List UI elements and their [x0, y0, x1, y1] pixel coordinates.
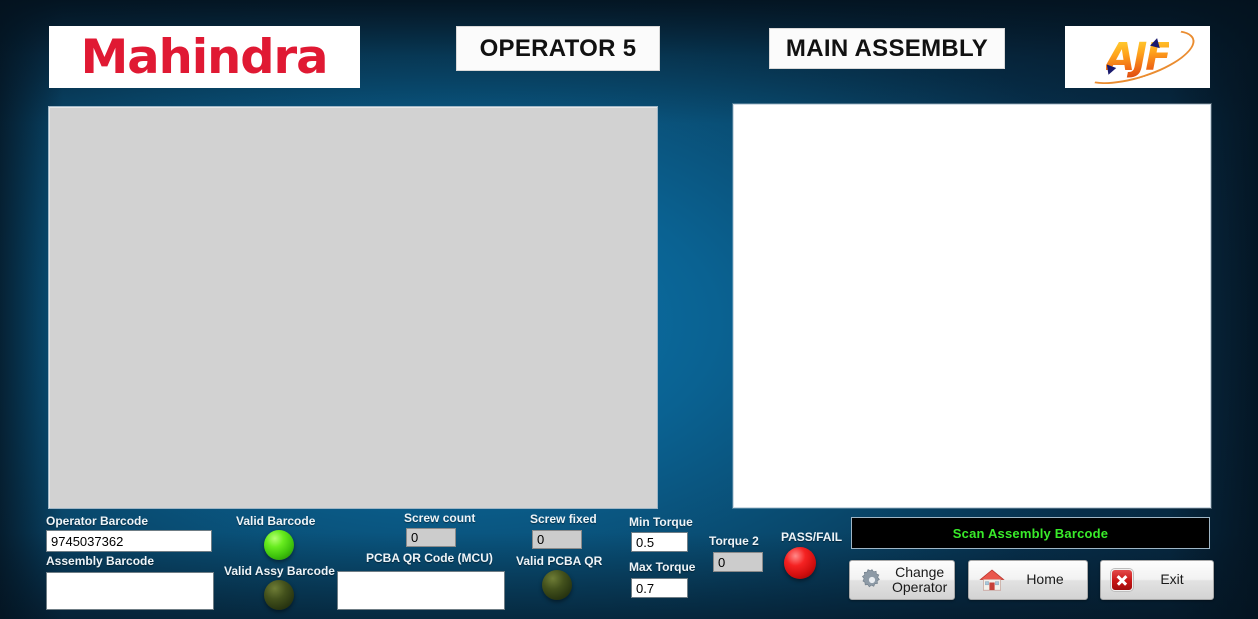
- operator-title-text: OPERATOR 5: [479, 34, 637, 62]
- valid-barcode-label: Valid Barcode: [236, 514, 316, 528]
- exit-button-label: Exit: [1160, 571, 1184, 588]
- screw-count-label: Screw count: [404, 511, 476, 525]
- home-button-label: Home: [1026, 571, 1064, 588]
- valid-pcba-qr-label: Valid PCBA QR: [516, 554, 603, 568]
- torque-2-label: Torque 2: [709, 534, 759, 548]
- pcba-qr-code-label: PCBA QR Code (MCU): [366, 551, 493, 565]
- operator-barcode-input[interactable]: 9745037362: [46, 530, 212, 552]
- min-torque-input[interactable]: 0.5: [631, 532, 688, 552]
- station-title-text: MAIN ASSEMBLY: [785, 34, 989, 62]
- min-torque-label: Min Torque: [629, 515, 693, 529]
- valid-assy-barcode-led: [264, 580, 294, 610]
- close-icon: [1111, 569, 1133, 591]
- assembly-barcode-input[interactable]: [46, 572, 214, 610]
- max-torque-label: Max Torque: [629, 560, 696, 574]
- station-title: MAIN ASSEMBLY: [769, 28, 1005, 69]
- ajf-logo: AJF: [1065, 26, 1210, 88]
- valid-barcode-led: [264, 530, 294, 560]
- change-operator-button[interactable]: Change Operator: [849, 560, 955, 600]
- home-button[interactable]: Home: [968, 560, 1088, 600]
- status-message-display: Scan Assembly Barcode: [851, 517, 1210, 549]
- operator-barcode-label: Operator Barcode: [46, 514, 149, 528]
- application-window: Mahindra OPERATOR 5 MAIN ASSEMBLY AJF Op…: [0, 0, 1258, 619]
- status-message-text: Scan Assembly Barcode: [952, 525, 1109, 541]
- torque-2-value: 0: [713, 552, 763, 572]
- assembly-barcode-label: Assembly Barcode: [46, 554, 155, 568]
- screw-fixed-label: Screw fixed: [530, 512, 597, 526]
- pcba-qr-code-input[interactable]: [337, 571, 505, 610]
- screw-count-value: 0: [406, 528, 456, 547]
- pass-fail-led: [784, 547, 816, 579]
- camera-preview-panel[interactable]: [48, 106, 658, 509]
- mahindra-logo-text: Mahindra: [81, 29, 329, 85]
- pass-fail-label: PASS/FAIL: [781, 530, 843, 544]
- change-operator-label: Change Operator: [892, 563, 948, 595]
- result-display-panel[interactable]: [733, 104, 1211, 508]
- exit-button[interactable]: Exit: [1100, 560, 1214, 600]
- operator-title: OPERATOR 5: [456, 26, 660, 71]
- valid-pcba-qr-led: [542, 570, 572, 600]
- screw-fixed-value: 0: [532, 530, 582, 549]
- home-icon: [979, 569, 1005, 591]
- valid-assy-barcode-label: Valid Assy Barcode: [224, 564, 335, 578]
- gear-icon: [861, 569, 880, 588]
- max-torque-input[interactable]: 0.7: [631, 578, 688, 598]
- mahindra-logo: Mahindra: [49, 26, 360, 88]
